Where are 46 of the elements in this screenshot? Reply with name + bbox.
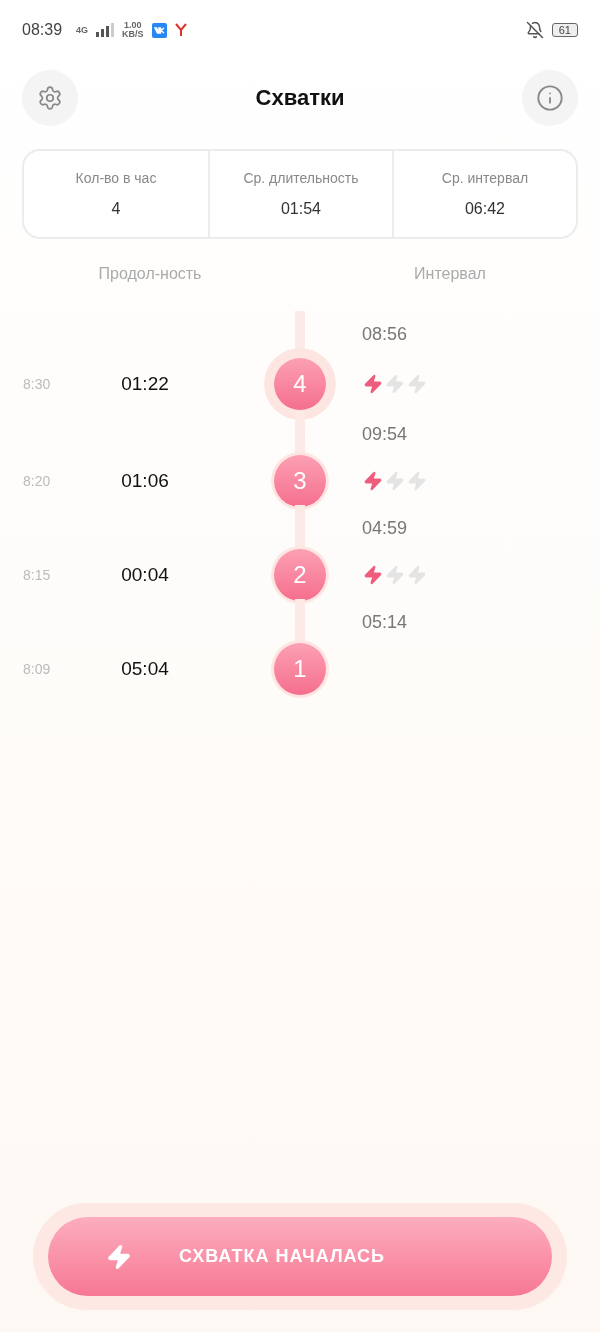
screen-title: Схватки — [255, 85, 345, 111]
settings-icon — [37, 85, 63, 111]
bolt-icon — [106, 1243, 132, 1270]
bolt-icon — [363, 471, 383, 491]
start-time: 8:09 — [22, 661, 52, 677]
stat-label: Ср. длительность — [243, 170, 359, 186]
status-time: 08:39 — [22, 21, 63, 39]
bolt-icon — [407, 471, 427, 491]
contraction-number[interactable]: 1 — [274, 643, 326, 695]
contraction-number[interactable]: 2 — [274, 549, 326, 601]
start-time: 8:15 — [22, 567, 52, 583]
duration-value: 01:06 — [120, 470, 170, 492]
duration-value: 00:04 — [120, 564, 170, 586]
bolt-icon — [385, 565, 405, 585]
column-heading: Продол-ность — [98, 265, 202, 283]
contraction-number[interactable]: 3 — [274, 455, 326, 507]
column-heading: Интервал — [414, 265, 486, 283]
bolt-icon — [385, 374, 405, 394]
stat-value: 4 — [111, 200, 121, 218]
start-contraction-button[interactable]: СХВАТКА НАЧАЛАСЬ — [48, 1217, 552, 1296]
signal-icon — [96, 23, 115, 37]
battery-level: 61 — [551, 23, 578, 37]
duration-value: 05:04 — [120, 658, 170, 680]
interval-value: 09:54 — [361, 423, 408, 445]
bolt-icon — [407, 565, 427, 585]
bolt-icon — [385, 471, 405, 491]
start-time: 8:20 — [22, 473, 52, 489]
mute-icon — [525, 21, 544, 39]
info-icon — [536, 84, 564, 112]
network-type: 4G — [76, 25, 89, 35]
bolt-icon — [363, 565, 383, 585]
duration-value: 01:22 — [120, 373, 170, 395]
app-icon — [151, 22, 167, 38]
speed-value: 1.00 — [124, 21, 142, 30]
stat-value: 01:54 — [280, 200, 321, 218]
start-time: 8:30 — [22, 376, 52, 392]
stat-label: Ср. интервал — [441, 170, 529, 186]
bolt-icon — [363, 374, 383, 394]
stat-value: 06:42 — [464, 200, 505, 218]
interval-value: 08:56 — [361, 323, 408, 345]
speed-unit: KB/S — [122, 30, 144, 39]
interval-value: 04:59 — [361, 517, 408, 539]
stat-label: Кол-во в час — [75, 170, 157, 186]
bolt-icon — [407, 374, 427, 394]
app-icon — [174, 23, 187, 37]
interval-value: 05:14 — [361, 611, 408, 633]
